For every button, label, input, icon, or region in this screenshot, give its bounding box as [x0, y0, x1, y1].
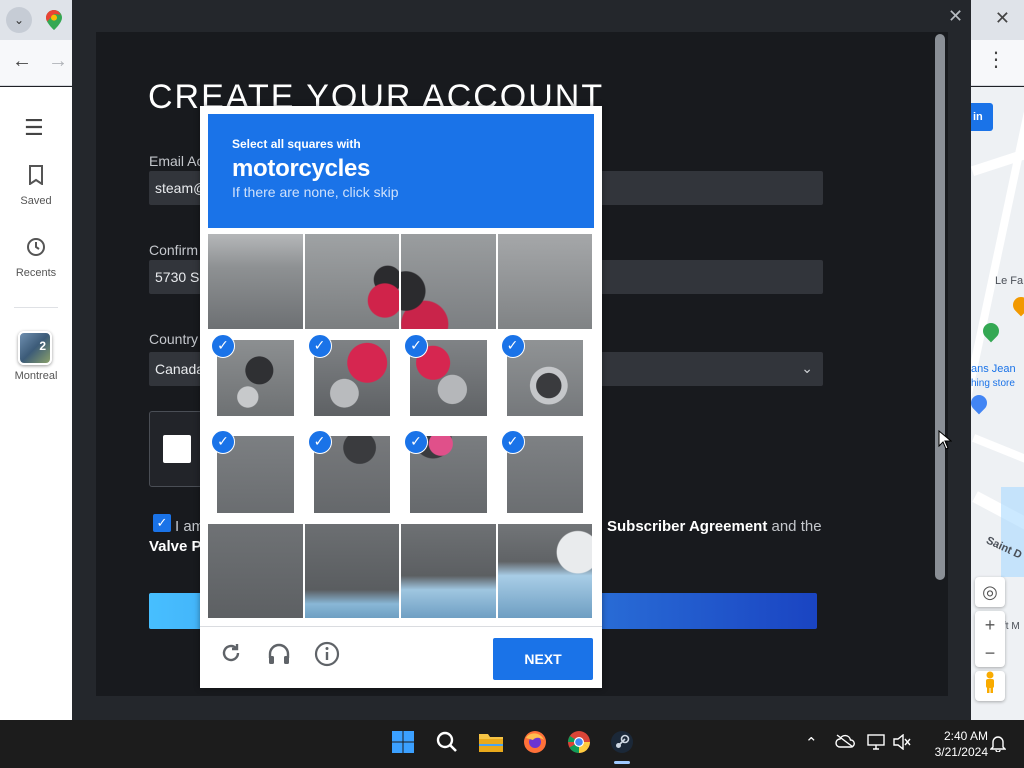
challenge-tile[interactable] [401, 234, 496, 329]
challenge-footer: NEXT [200, 626, 602, 688]
sign-in-button[interactable]: in [971, 103, 993, 131]
challenge-header: Select all squares with motorcycles If t… [208, 114, 594, 228]
challenge-hint: If there are none, click skip [232, 184, 399, 200]
checkmark-icon: ✓ [307, 430, 332, 454]
clock-time: 2:40 AM [943, 729, 988, 743]
subscriber-agreement-link[interactable]: Subscriber Agreement [607, 518, 767, 535]
email-label: Email Ac [149, 153, 204, 169]
challenge-tile[interactable]: ✓ [304, 427, 399, 522]
challenge-instruction: Select all squares with [232, 137, 361, 151]
checkmark-icon: ✓ [404, 430, 428, 454]
divider [14, 307, 58, 308]
sidebar-item-place[interactable]: Montreal [0, 370, 72, 382]
recaptcha-checkbox[interactable] [163, 435, 191, 463]
file-explorer-icon[interactable] [477, 730, 505, 758]
shopping-pin-icon[interactable] [971, 391, 991, 415]
recaptcha-challenge: Select all squares with motorcycles If t… [200, 106, 602, 688]
agree-and: and the [771, 518, 822, 535]
agree-checkbox[interactable]: ✓ [153, 514, 171, 532]
headphones-icon[interactable] [265, 641, 293, 669]
checkmark-icon: ✓ [211, 430, 235, 454]
maps-sidebar: ☰ Saved Recents 2 Montreal [0, 87, 72, 720]
challenge-tile[interactable]: ✓ [401, 427, 496, 522]
checkmark-icon: ✓ [500, 333, 525, 358]
place-thumbnail[interactable]: 2 [18, 331, 52, 365]
zoom-in-icon[interactable]: + [975, 611, 1005, 639]
checkmark-icon: ✓ [500, 430, 525, 454]
privacy-policy-link[interactable]: Valve Pr [149, 538, 207, 555]
network-icon[interactable] [867, 734, 885, 754]
country-label: Country [149, 331, 199, 347]
challenge-tile[interactable] [208, 234, 303, 329]
map-label: ft M [1003, 621, 1020, 632]
clock-date: 3/21/2024 [934, 745, 988, 759]
agree-text-tail: Subscriber Agreement and the [607, 518, 822, 535]
notification-bell-icon[interactable] [989, 734, 1007, 756]
close-icon[interactable]: ✕ [948, 6, 963, 27]
chrome-icon[interactable] [565, 730, 593, 758]
kebab-icon[interactable]: ⋮ [986, 50, 1006, 70]
challenge-tile[interactable]: ✓ [208, 330, 303, 425]
volume-muted-icon[interactable] [893, 733, 911, 754]
mouse-cursor-icon [938, 430, 952, 450]
hamburger-menu-icon[interactable]: ☰ [24, 115, 44, 141]
sidebar-item-saved[interactable]: Saved [0, 165, 72, 207]
next-button[interactable]: NEXT [493, 638, 593, 680]
history-icon [0, 237, 72, 263]
map-canvas[interactable]: in Le Fa ans Jean hing store Saint D ft … [971, 87, 1024, 720]
pegman-icon[interactable] [975, 671, 1005, 701]
challenge-tile[interactable]: ✓ [497, 330, 592, 425]
challenge-tile[interactable]: ✓ [401, 330, 496, 425]
challenge-tile[interactable] [208, 523, 303, 618]
challenge-tile[interactable] [304, 234, 399, 329]
steam-icon[interactable] [608, 730, 636, 758]
sidebar-item-label: Saved [20, 195, 52, 207]
chevron-down-icon[interactable]: ⌄ [6, 7, 32, 33]
challenge-tile[interactable] [497, 523, 592, 618]
restaurant-pin-icon[interactable] [1009, 293, 1024, 317]
scrollbar[interactable] [935, 34, 945, 580]
onedrive-icon[interactable] [835, 734, 855, 752]
checkmark-icon: ✓ [307, 333, 332, 358]
challenge-target: motorcycles [232, 155, 371, 182]
challenge-tile[interactable] [497, 234, 592, 329]
checkmark-icon: ✓ [404, 333, 428, 358]
map-label: Le Fa [995, 275, 1024, 287]
taskbar: ⌃ 2:40 AM 3/21/2024 [0, 720, 1024, 768]
search-icon[interactable] [433, 730, 461, 758]
windows-start-icon[interactable] [389, 730, 417, 758]
arrow-right-icon[interactable]: → [48, 50, 68, 73]
zoom-controls: + − [975, 611, 1005, 667]
place-count: 2 [39, 339, 46, 353]
challenge-tile[interactable]: ✓ [304, 330, 399, 425]
challenge-grid: ✓ ✓ ✓ ✓ ✓ ✓ ✓ ✓ [208, 234, 594, 620]
checkmark-icon: ✓ [211, 333, 235, 358]
close-icon[interactable]: ✕ [995, 8, 1010, 29]
chevron-down-icon: ⌄ [801, 360, 813, 376]
challenge-tile[interactable]: ✓ [208, 427, 303, 522]
sidebar-item-recents[interactable]: Recents [0, 237, 72, 279]
google-maps-icon[interactable] [46, 10, 62, 30]
info-icon[interactable] [313, 641, 341, 669]
system-clock[interactable]: 2:40 AM 3/21/2024 [918, 728, 988, 760]
confirm-email-label: Confirm [149, 242, 199, 258]
chevron-up-icon[interactable]: ⌃ [805, 734, 818, 752]
sidebar-item-label: Recents [15, 267, 57, 279]
firefox-icon[interactable] [521, 730, 549, 758]
my-location-icon[interactable]: ◎ [975, 577, 1005, 607]
challenge-tile[interactable]: ✓ [497, 427, 592, 522]
challenge-tile[interactable] [304, 523, 399, 618]
country-value: Canada [155, 361, 205, 377]
map-label: hing store [971, 378, 1015, 389]
zoom-out-icon[interactable]: − [975, 639, 1005, 667]
challenge-tile[interactable] [401, 523, 496, 618]
place-label: Montreal [14, 370, 58, 382]
arrow-left-icon[interactable]: ← [12, 50, 32, 73]
active-app-indicator [614, 761, 630, 764]
reload-icon[interactable] [217, 641, 245, 669]
map-label: ans Jean [971, 363, 1016, 375]
bookmark-icon [0, 165, 72, 191]
